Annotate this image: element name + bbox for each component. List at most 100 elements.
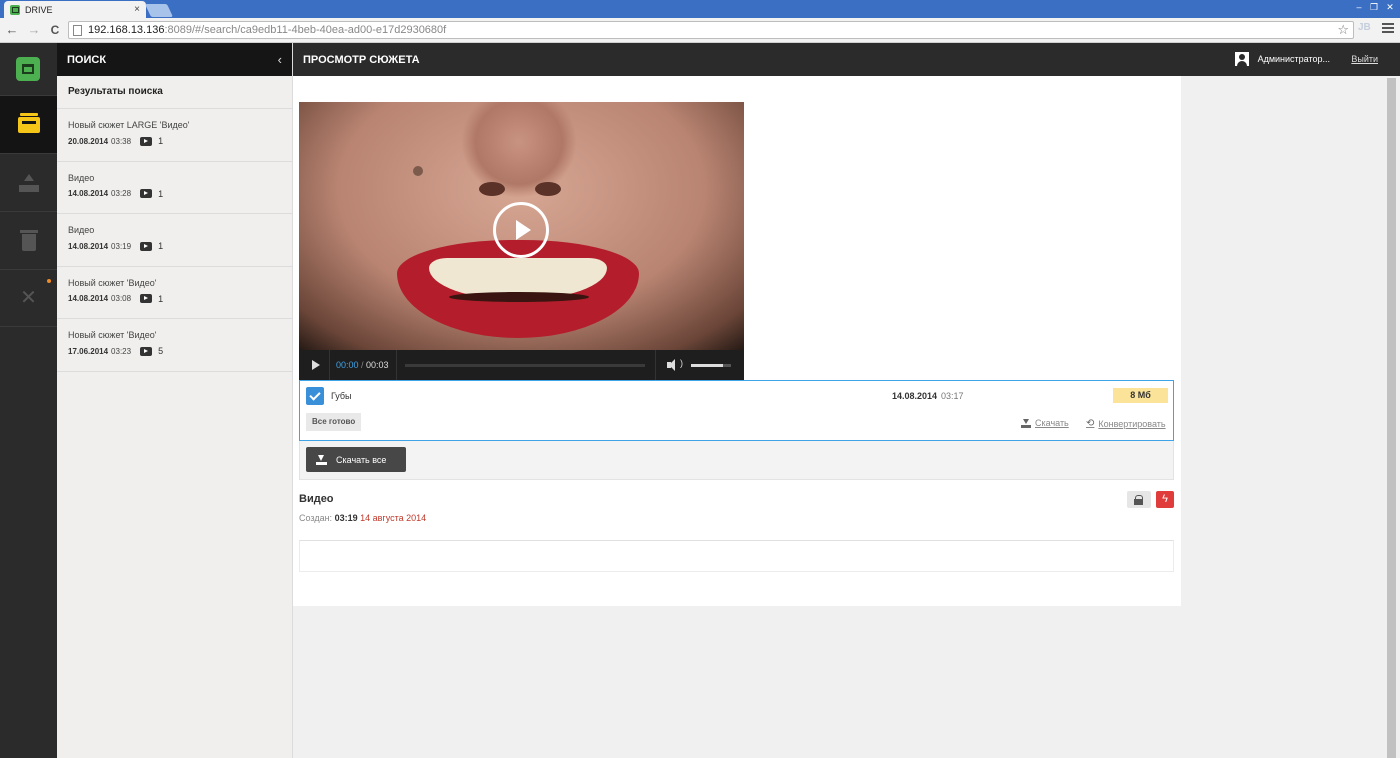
convert-icon: ⟲ <box>1086 418 1095 429</box>
time-separator: / <box>361 360 364 370</box>
download-all-button[interactable]: Скачать все <box>306 447 406 472</box>
result-date: 20.08.2014 <box>68 136 109 146</box>
browser-toolbar: ← → C 192.168.13.136 :8089/#/search/ca9e… <box>0 18 1400 43</box>
file-checkbox[interactable] <box>306 387 324 405</box>
search-panel-header: ПОИСК ‹ <box>57 43 292 76</box>
result-time: 03:38 <box>111 136 132 146</box>
trash-icon <box>19 229 38 251</box>
url-host: 192.168.13.136 <box>88 24 165 36</box>
result-name: Видео <box>68 172 95 183</box>
rail-item-upload[interactable] <box>0 153 57 211</box>
volume-fill <box>691 364 723 367</box>
result-date: 14.08.2014 <box>68 241 109 251</box>
play-icon[interactable] <box>312 360 320 370</box>
file-time: 03:17 <box>941 391 964 401</box>
download-icon <box>1021 418 1031 428</box>
minimize-icon[interactable]: – <box>1352 2 1366 12</box>
rail-item-settings[interactable]: ✕ <box>0 269 57 327</box>
play-overlay-icon[interactable] <box>493 202 549 258</box>
file-date: 14.08.2014 <box>892 391 938 401</box>
restore-icon[interactable]: ❐ <box>1367 2 1381 13</box>
volume-icon[interactable] <box>667 359 679 371</box>
result-item[interactable]: Новый сюжет LARGE 'Видео' 20.08.2014 03:… <box>57 109 292 162</box>
download-link[interactable]: Скачать <box>1021 418 1069 428</box>
created-date: 14 августа 2014 <box>360 513 427 523</box>
result-item[interactable]: Видео 14.08.2014 03:28 1 <box>57 162 292 214</box>
result-name: Новый сюжет LARGE 'Видео' <box>68 120 190 130</box>
volume-waves: ) <box>680 358 683 368</box>
close-window-icon[interactable]: ✕ <box>1383 2 1397 13</box>
video-count-icon <box>140 346 153 356</box>
result-time: 03:19 <box>111 241 132 251</box>
browser-tabstrip: DRIVE × – ❐ ✕ <box>0 0 1400 18</box>
video-count-icon <box>140 294 153 303</box>
file-card: Губы 14.08.2014 03:17 8 Мб Все готово Ск… <box>299 380 1174 441</box>
search-panel: ПОИСК ‹ Результаты поиска Новый сюжет LA… <box>57 43 293 758</box>
video-player[interactable]: 00:00 / 00:03 ) <box>299 102 744 380</box>
result-time: 03:08 <box>111 294 132 303</box>
reload-icon[interactable]: C <box>47 22 63 38</box>
result-time: 03:23 <box>111 346 132 356</box>
current-time: 00:00 <box>336 360 359 370</box>
result-time: 03:28 <box>111 189 132 198</box>
main-header: ПРОСМОТР СЮЖЕТА Администратор... Выйти <box>293 43 1400 76</box>
result-count: 5 <box>158 346 164 356</box>
rail-item-trash[interactable] <box>0 211 57 269</box>
tab-close-icon[interactable]: × <box>134 4 140 15</box>
browser-tab[interactable]: DRIVE × <box>4 1 146 18</box>
back-icon[interactable]: ← <box>4 22 20 38</box>
tools-icon: ✕ <box>20 287 37 309</box>
results-title: Результаты поиска <box>57 76 292 109</box>
result-item[interactable]: Видео 14.08.2014 03:19 1 <box>57 214 292 267</box>
user-name[interactable]: Администратор... <box>1258 54 1330 64</box>
result-count: 1 <box>158 293 164 304</box>
story-created: Создан: 03:19 14 августа 2014 <box>299 513 426 523</box>
video-count-icon <box>140 189 153 198</box>
browser-menu-icon[interactable] <box>1382 23 1394 33</box>
progress-bar[interactable] <box>405 364 645 367</box>
duration: 00:03 <box>366 360 389 370</box>
created-time: 03:19 <box>334 513 358 523</box>
logout-link[interactable]: Выйти <box>1351 54 1378 64</box>
result-name: Новый сюжет 'Видео' <box>68 330 157 340</box>
volume-slider[interactable] <box>691 364 731 367</box>
archive-icon <box>17 112 40 133</box>
app-rail: ✕ <box>0 43 57 758</box>
notification-dot <box>47 279 51 283</box>
created-label: Создан: <box>299 513 333 523</box>
result-name: Видео <box>68 225 95 235</box>
status-badge: Все готово <box>306 413 362 431</box>
result-item[interactable]: Новый сюжет 'Видео' 17.06.2014 03:23 5 <box>57 319 292 372</box>
drive-logo-icon[interactable] <box>16 57 40 81</box>
file-name: Губы <box>331 391 352 401</box>
upload-icon <box>18 173 39 192</box>
convert-label: Конвертировать <box>1098 418 1166 429</box>
drive-favicon-icon <box>10 4 20 15</box>
forward-icon[interactable]: → <box>26 22 42 38</box>
bookmark-star-icon[interactable]: ☆ <box>1337 22 1349 38</box>
result-date: 17.06.2014 <box>68 346 109 356</box>
result-date: 14.08.2014 <box>68 294 109 303</box>
video-frame[interactable] <box>299 102 744 350</box>
tab-title: DRIVE <box>25 4 53 15</box>
result-item[interactable]: Новый сюжет 'Видео' 14.08.2014 03:08 1 <box>57 267 292 319</box>
scrollbar-thumb[interactable] <box>1387 78 1396 758</box>
page-title: ПРОСМОТР СЮЖЕТА <box>303 53 420 66</box>
rail-item-archive[interactable] <box>0 95 57 153</box>
flash-button[interactable]: ϟ <box>1156 491 1174 508</box>
collapse-panel-icon[interactable]: ‹ <box>278 52 282 67</box>
new-tab-button[interactable] <box>144 4 174 17</box>
story-description <box>299 540 1174 572</box>
player-controls: 00:00 / 00:03 ) <box>299 350 744 380</box>
extension-icon[interactable]: JB <box>1358 22 1371 33</box>
search-panel-title: ПОИСК <box>67 53 107 66</box>
result-count: 1 <box>158 241 164 251</box>
lock-button[interactable] <box>1127 491 1151 508</box>
address-bar[interactable]: 192.168.13.136 :8089/#/search/ca9edb11-4… <box>68 21 1354 39</box>
story-title: Видео <box>299 493 334 505</box>
convert-link[interactable]: ⟲ Конвертировать <box>1086 418 1166 429</box>
download-all-label: Скачать все <box>336 454 387 465</box>
user-icon <box>1235 52 1249 66</box>
result-count: 1 <box>158 188 164 199</box>
scrollbar[interactable] <box>1383 76 1400 758</box>
